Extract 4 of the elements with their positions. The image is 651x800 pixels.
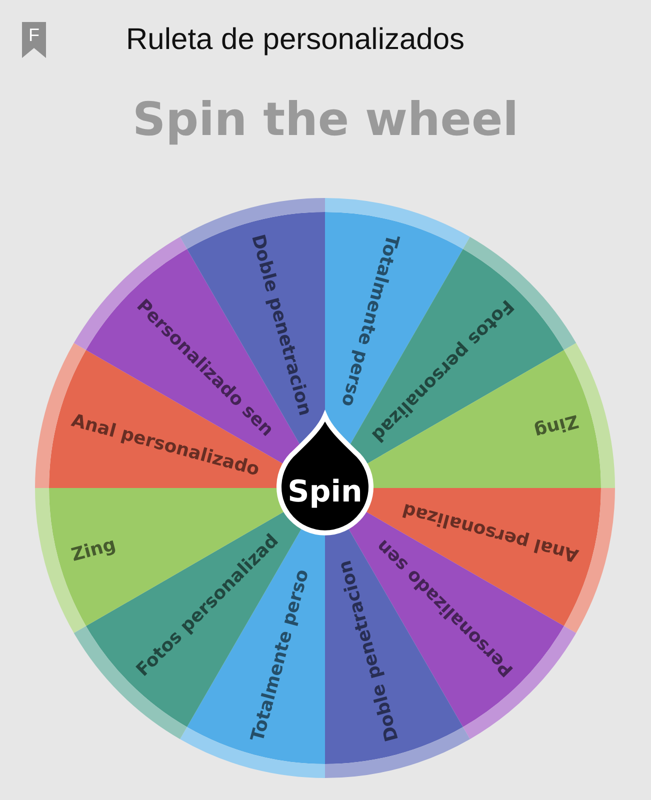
app-title: Ruleta de personalizados xyxy=(126,23,465,57)
segment-label: Zing xyxy=(69,534,118,566)
page-heading: Spin the wheel xyxy=(132,91,520,148)
segment-label: Zing xyxy=(532,410,581,442)
